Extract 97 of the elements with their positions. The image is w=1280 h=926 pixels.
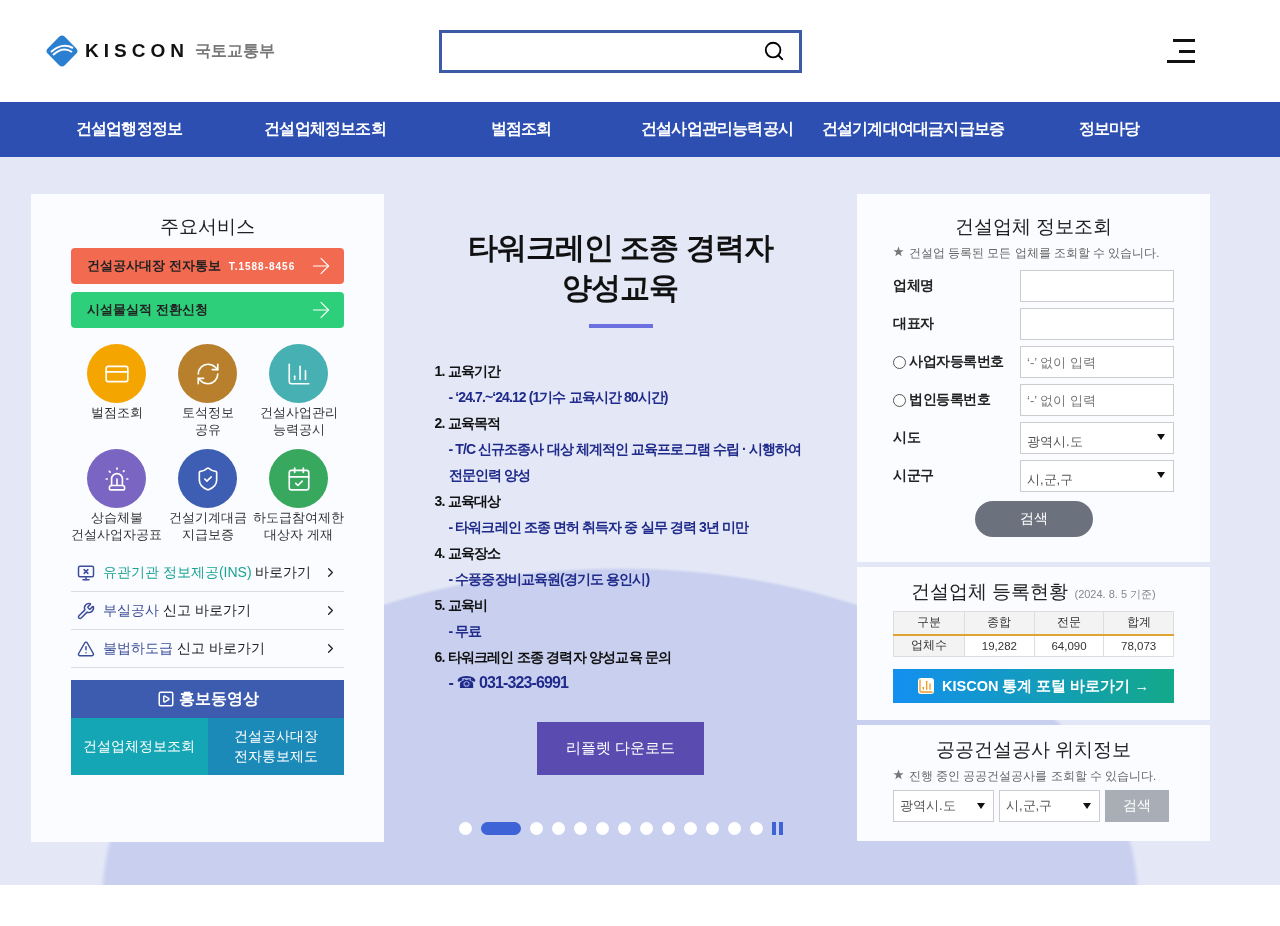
field-label: 업체명 (893, 277, 935, 295)
video-link[interactable]: 건설공사대장 전자통보제도 (207, 718, 344, 775)
input-field[interactable] (1020, 270, 1174, 302)
ministry-name: 국토교통부 (194, 40, 275, 61)
shortcut-text: 유관기관 정보제공(INS) 바로가기 (103, 563, 312, 582)
select-field[interactable]: 광역시.도 (1020, 422, 1174, 454)
wrench-icon (77, 601, 95, 620)
input-field[interactable] (1020, 308, 1174, 340)
star-icon (893, 769, 904, 780)
pause-icon[interactable] (771, 822, 783, 835)
refresh-icon (194, 360, 221, 387)
slide-dot[interactable] (683, 822, 697, 835)
item-heading: 2. 교육목적 (434, 414, 502, 433)
shortcut-link[interactable]: 불법하도급 신고 바로가기 (71, 630, 344, 668)
select-field[interactable]: 시,군,구 (999, 790, 1100, 822)
field-label: 대표자 (893, 315, 935, 333)
banner-link[interactable]: 건설공사대장 전자통보 T.1588-8456 (71, 248, 344, 284)
slide-dot[interactable] (529, 822, 543, 835)
service-label[interactable]: 건설기계대금 지급보증 (168, 510, 247, 544)
nav-item[interactable]: 건설업체정보조회 (264, 119, 386, 140)
slide-dot[interactable] (749, 822, 763, 835)
nav-item[interactable]: 건설기계대여대금지급보증 (821, 119, 1005, 140)
radio-button[interactable] (893, 393, 906, 407)
slide-dot[interactable] (617, 822, 631, 835)
item-detail: - 무료 (447, 622, 483, 641)
item-detail: - 수풍중장비교육원(경기도 용인시) (447, 570, 651, 589)
caret-icon (1157, 434, 1165, 440)
card-title: 공공건설공사 위치정보 (934, 738, 1133, 762)
item-detail: - T/C 신규조종사 대상 체계적인 교육프로그램 수립 · 시행하여 전문인력 양성 (447, 440, 803, 485)
star-icon (893, 246, 904, 257)
slide-dot[interactable] (573, 822, 587, 835)
date-text: (2024. 8. 5 기준) (1074, 587, 1156, 602)
service-label[interactable]: 벌점조회 (90, 405, 143, 422)
play-icon (156, 690, 175, 708)
item-detail: - ☎ 031-323-6991 (447, 673, 570, 693)
item-heading: 4. 교육장소 (434, 544, 502, 563)
caret-icon (1083, 803, 1091, 809)
slide-dot[interactable] (551, 822, 565, 835)
service-label[interactable]: 하도급참여제한 대상자 게재 (253, 510, 344, 544)
search-icon[interactable] (763, 40, 785, 62)
item-heading: 6. 타워크레인 조종 경력자 양성교육 문의 (434, 648, 673, 667)
item-detail: - ‘24.7.~‘24.12 (1기수 교육시간 80시간) (447, 388, 669, 407)
caret-icon (977, 803, 985, 809)
input-field[interactable]: ‘-’ 없이 입력 (1020, 384, 1174, 416)
slide-dot[interactable] (705, 822, 719, 835)
radio-button[interactable] (893, 355, 906, 369)
field-label: 시도 (893, 429, 922, 447)
siren-icon (103, 465, 130, 492)
slide-dot[interactable] (639, 822, 653, 835)
item-heading: 1. 교육기간 (434, 362, 502, 381)
column-header: 종합 (964, 611, 1035, 635)
field-label: 법인등록번호 (893, 391, 1020, 409)
nav-item[interactable]: 건설업행정정보 (75, 119, 183, 140)
slide-dot[interactable] (458, 822, 472, 835)
item-detail: - 타워크레인 조종 면허 취득자 중 실무 경력 3년 미만 (447, 518, 750, 537)
shortcut-text: 부실공사 신고 바로가기 (103, 601, 251, 620)
search-button[interactable]: 검색 (974, 501, 1093, 537)
service-label[interactable]: 토석정보 공유 (181, 405, 234, 439)
slide-dot[interactable] (661, 822, 675, 835)
warning-icon (77, 639, 95, 658)
shortcut-link[interactable]: 유관기관 정보제공(INS) 바로가기 (71, 554, 344, 592)
caret-icon (1157, 472, 1165, 478)
video-button[interactable]: 홍보동영상 (71, 680, 344, 718)
nav-item[interactable]: 정보마당 (1078, 119, 1140, 140)
shortcut-text: 불법하도급 신고 바로가기 (103, 639, 265, 658)
card-title: 건설업체 등록현황 (911, 580, 1069, 604)
slide-title: 타워크레인 조종 경력자 양성교육 (468, 230, 773, 306)
download-button[interactable]: 리플렛 다운로드 (537, 722, 704, 775)
column-header: 합계 (1103, 611, 1174, 635)
nav-item[interactable]: 벌점조회 (490, 119, 552, 140)
column-header: 구분 (893, 611, 965, 635)
card-title: 주요서비스 (160, 215, 255, 239)
field-label: 사업자등록번호 (893, 353, 1020, 371)
service-label[interactable]: 건설사업관리 능력공시 (259, 405, 338, 439)
input-field[interactable]: ‘-’ 없이 입력 (1020, 346, 1174, 378)
chart-icon (918, 678, 934, 694)
shortcut-link[interactable]: 부실공사 신고 바로가기 (71, 592, 344, 630)
nav-item[interactable]: 건설사업관리능력공시 (641, 119, 793, 140)
item-heading: 3. 교육대상 (434, 492, 502, 511)
item-heading: 5. 교육비 (434, 596, 489, 615)
search-field[interactable] (439, 29, 802, 73)
slide-dot[interactable] (727, 822, 741, 835)
table-cell: 업체수 (893, 634, 965, 657)
banner-link[interactable]: 시설물실적 전환신청 (71, 292, 344, 328)
note-text: 건설업 등록된 모든 업체를 조회할 수 있습니다. (909, 246, 1160, 261)
menu-icon[interactable] (1167, 39, 1195, 63)
select-field[interactable]: 광역시.도 (893, 790, 994, 822)
column-header: 전문 (1034, 611, 1104, 635)
brand-name[interactable]: KISCON (85, 40, 189, 62)
service-label[interactable]: 상습체불 건설사업자공표 (71, 510, 162, 544)
card-title: 건설업체 정보조회 (953, 215, 1114, 239)
note-text: 진행 중인 공공건설공사를 조회할 수 있습니다. (909, 769, 1157, 784)
select-field[interactable]: 시,군,구 (1020, 460, 1174, 492)
field-label: 시군구 (893, 467, 935, 485)
calendar-icon (285, 465, 312, 492)
slide-dot[interactable] (595, 822, 609, 835)
monitor-icon (77, 563, 95, 582)
